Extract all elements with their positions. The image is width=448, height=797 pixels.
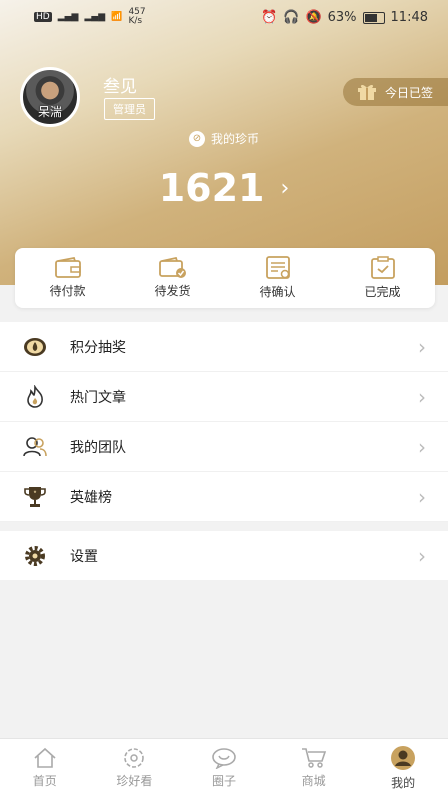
cart-icon xyxy=(301,748,326,768)
signal-icon-2: ▂▄▆ xyxy=(84,12,106,22)
battery-icon xyxy=(362,11,385,24)
menu-label: 积分抽奖 xyxy=(70,339,126,356)
coin-balance[interactable]: 1621 › xyxy=(0,166,448,210)
chevron-right-icon: › xyxy=(418,543,426,568)
gear-icon xyxy=(22,543,48,569)
order-label: 待付款 xyxy=(49,284,86,298)
wallet-icon xyxy=(54,257,81,278)
menu-item-settings[interactable]: 设置 › xyxy=(0,531,448,580)
role-badge: 管理员 xyxy=(104,98,155,120)
tab-circle[interactable]: 圈子 xyxy=(179,739,269,797)
document-icon xyxy=(265,256,290,279)
tab-label: 商城 xyxy=(301,774,326,788)
headphones-icon: 🎧 xyxy=(283,10,300,25)
clock: 11:48 xyxy=(390,10,428,25)
status-right: ⏰ 🎧 🔕 63% 11:48 xyxy=(261,10,428,25)
clipboard-check-icon xyxy=(370,256,395,279)
username: 叁见 xyxy=(103,77,137,97)
menu-item-team[interactable]: 我的团队 › xyxy=(0,422,448,472)
tab-zhenhaokan[interactable]: 珍好看 xyxy=(90,739,180,797)
net-speed: 457 K/s xyxy=(128,7,146,26)
menu-label: 热门文章 xyxy=(70,389,126,406)
bottom-tab-bar: 首页 珍好看 圈子 商城 我的 xyxy=(0,738,448,797)
order-pending-payment[interactable]: 待付款 xyxy=(15,248,120,308)
tab-profile[interactable]: 我的 xyxy=(358,739,448,797)
fire-icon xyxy=(22,384,48,410)
order-label: 待确认 xyxy=(259,285,296,299)
tab-label: 首页 xyxy=(32,774,57,788)
chevron-right-icon: › xyxy=(418,334,426,359)
order-label: 已完成 xyxy=(364,285,401,299)
chevron-right-icon: › xyxy=(418,484,426,509)
order-pending-confirm[interactable]: 待确认 xyxy=(225,248,330,308)
menu-label: 设置 xyxy=(70,548,98,565)
tab-mall[interactable]: 商城 xyxy=(269,739,359,797)
chevron-right-icon: › xyxy=(418,434,426,459)
tab-label: 圈子 xyxy=(211,774,236,788)
coin-value: 1621 xyxy=(158,166,265,210)
home-icon xyxy=(34,747,56,768)
order-completed[interactable]: 已完成 xyxy=(330,248,435,308)
checkin-label: 今日已签 xyxy=(385,85,434,100)
order-panel: 待付款 待发货 待确认 已完成 xyxy=(15,248,435,308)
tab-label: 我的 xyxy=(391,776,416,790)
menu-label: 英雄榜 xyxy=(70,489,112,506)
tab-home[interactable]: 首页 xyxy=(0,739,90,797)
chevron-right-icon: › xyxy=(280,175,290,201)
avatar-name: 呆湍 xyxy=(37,105,62,119)
order-pending-shipment[interactable]: 待发货 xyxy=(120,248,225,308)
tab-label: 珍好看 xyxy=(116,774,153,788)
coin-label: 我的珍币 xyxy=(210,132,259,146)
menu-list: 积分抽奖 › 热门文章 › 我的团队 › 英雄榜 › xyxy=(0,322,448,522)
coin-label-row: ⊘ 我的珍币 xyxy=(0,130,448,147)
menu-label: 我的团队 xyxy=(70,439,126,456)
network-badge: HD xyxy=(34,12,52,22)
status-bar: HD ▂▄▆ ▂▄▆ 📶 457 K/s ⏰ 🎧 🔕 63% 11:48 xyxy=(0,0,448,36)
signal-icon: ▂▄▆ xyxy=(57,12,79,22)
shipping-icon xyxy=(158,257,186,278)
menu-item-hot-articles[interactable]: 热门文章 › xyxy=(0,372,448,422)
trophy-icon xyxy=(22,484,48,510)
profile-icon xyxy=(391,746,416,770)
chevron-right-icon: › xyxy=(418,384,426,409)
menu-item-leaderboard[interactable]: 英雄榜 › xyxy=(0,472,448,522)
wifi-icon: 📶 xyxy=(111,12,123,22)
chat-icon xyxy=(212,748,236,769)
status-left: HD ▂▄▆ ▂▄▆ 📶 457 K/s xyxy=(34,8,146,26)
checkin-button[interactable]: 今日已签 xyxy=(343,78,448,106)
team-icon xyxy=(22,434,48,460)
coin-icon: ⊘ xyxy=(188,130,205,147)
menu-item-lottery[interactable]: 积分抽奖 › xyxy=(0,322,448,372)
alarm-icon: ⏰ xyxy=(261,10,278,25)
gift-icon xyxy=(358,84,376,100)
mute-icon: 🔕 xyxy=(305,10,322,25)
flower-icon xyxy=(124,748,145,768)
order-label: 待发货 xyxy=(154,284,191,298)
battery-percent: 63% xyxy=(327,10,357,25)
lottery-icon xyxy=(22,334,48,360)
avatar[interactable]: 呆湍 xyxy=(20,67,80,127)
